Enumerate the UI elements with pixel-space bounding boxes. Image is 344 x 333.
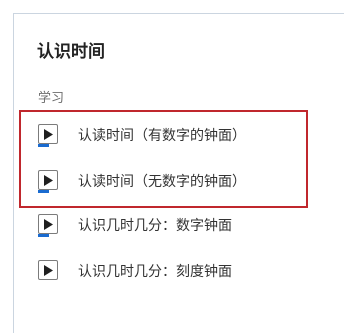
item-label: 认识几时几分：数字钟面 — [78, 218, 232, 234]
list-item[interactable]: 认识几时几分：刻度钟面 — [38, 260, 338, 286]
section-label: 学习 — [38, 91, 65, 106]
list-item[interactable]: 认识几时几分：数字钟面 — [38, 214, 338, 240]
page-title: 认识时间 — [37, 42, 105, 62]
video-play-icon — [38, 260, 58, 280]
item-label: 认识几时几分：刻度钟面 — [78, 264, 232, 280]
progress-bar — [38, 280, 58, 283]
video-play-icon — [38, 214, 58, 234]
progress-fill — [38, 234, 49, 237]
highlight-annotation-box — [19, 110, 308, 208]
progress-bar — [38, 234, 58, 237]
